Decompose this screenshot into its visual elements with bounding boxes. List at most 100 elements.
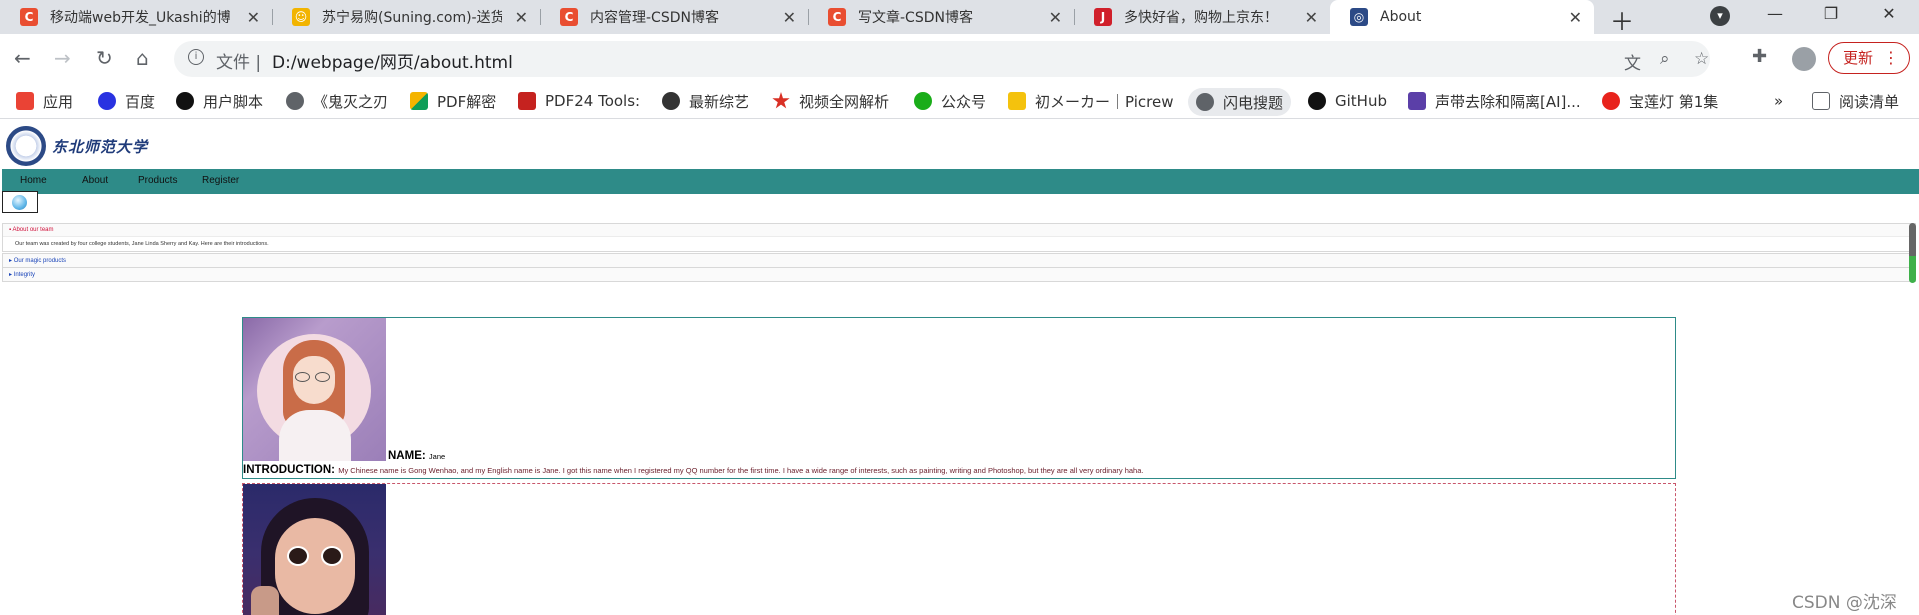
browser-tab-1[interactable]: C 移动端web开发_Ukashi的博 ✕ <box>0 0 272 34</box>
jd-favicon-icon: J <box>1094 8 1112 26</box>
bookmark-label: 闪电搜题 <box>1223 93 1284 112</box>
bookmarks-bar: 应用 百度 用户脚本 《鬼灭之刃 PDF解密 PDF24 Tools: 最新综艺… <box>0 84 1919 119</box>
close-tab-icon[interactable]: ✕ <box>1049 8 1062 27</box>
home-icon[interactable]: ⌂ <box>136 46 149 70</box>
globe-icon <box>286 92 304 110</box>
nav-products[interactable]: Products <box>138 175 177 186</box>
bookmark-kimetsu[interactable]: 《鬼灭之刃 <box>286 90 388 112</box>
update-button-label: 更新 <box>1843 49 1874 67</box>
bookmark-lotus-lantern[interactable]: 宝莲灯 第1集 <box>1602 90 1718 112</box>
member-card: NAME: Jane INTRODUCTION: My Chinese name… <box>242 317 1676 479</box>
accordion-body-team: Our team was created by four college stu… <box>3 236 1915 251</box>
close-tab-icon[interactable]: ✕ <box>515 8 528 27</box>
profile-avatar[interactable] <box>1792 47 1816 71</box>
bookmark-wechat[interactable]: 公众号 <box>914 90 986 112</box>
tab-title: 多快好省，购物上京东！ <box>1124 10 1278 26</box>
github-icon <box>1308 92 1326 110</box>
accordion-header-products[interactable]: ▸ Our magic products <box>3 254 1915 267</box>
bookmark-flash-search[interactable]: 闪电搜题 <box>1188 88 1292 116</box>
browser-toolbar: ← → ↻ ⌂ i 文件 | D:/webpage/网页/about.html … <box>0 34 1919 84</box>
tab-title: 内容管理-CSDN博客 <box>590 10 719 26</box>
restore-icon[interactable]: ❐ <box>1808 0 1854 28</box>
globe-icon <box>1196 93 1214 111</box>
bookmark-label: 声带去除和隔离[AI]... <box>1435 92 1581 111</box>
extensions-icon[interactable]: ✚ <box>1752 46 1767 67</box>
bookmark-label: 视频全网解析 <box>799 92 890 111</box>
bookmark-label: 最新综艺 <box>689 92 750 111</box>
close-tab-icon[interactable]: ✕ <box>1569 8 1582 27</box>
more-bookmarks-icon: » <box>1774 92 1784 110</box>
bookmark-userscripts[interactable]: 用户脚本 <box>176 90 263 112</box>
address-url[interactable]: D:/webpage/网页/about.html <box>272 48 513 73</box>
browser-tab-4[interactable]: C 写文章-CSDN博客 ✕ <box>808 0 1074 34</box>
accordion-title: Integrity <box>13 272 36 278</box>
nav-about[interactable]: About <box>82 175 108 186</box>
wechat-icon <box>914 92 932 110</box>
accordion-title: About our team <box>12 227 54 233</box>
bookmark-video-parse[interactable]: 视频全网解析 <box>772 90 889 112</box>
close-tab-icon[interactable]: ✕ <box>247 8 260 27</box>
nav-home[interactable]: Home <box>20 175 47 186</box>
member-photo <box>243 484 386 615</box>
bookmark-apps[interactable]: 应用 <box>16 90 73 112</box>
university-logo[interactable]: 东北师范大学 <box>6 126 148 166</box>
close-tab-icon[interactable]: ✕ <box>783 8 796 27</box>
bookmark-pdf-decrypt[interactable]: PDF解密 <box>410 90 496 112</box>
bookmark-label: 初メーカー｜Picrew <box>1035 92 1174 111</box>
more-bookmarks-button[interactable]: » <box>1774 90 1783 112</box>
bookmark-picrew[interactable]: 初メーカー｜Picrew <box>1008 90 1173 112</box>
window-close-icon[interactable]: ✕ <box>1866 0 1912 28</box>
reading-list-button[interactable]: 阅读清单 <box>1812 90 1899 112</box>
accordion-header-integrity[interactable]: ▸ Integrity <box>3 268 1915 281</box>
university-name: 东北师范大学 <box>52 137 149 156</box>
globe-ball-icon <box>12 195 27 210</box>
university-favicon-icon: ◎ <box>1350 8 1368 26</box>
address-bar[interactable]: i 文件 | D:/webpage/网页/about.html 文 ⌕ ☆ <box>174 41 1710 77</box>
bookmark-label: GitHub <box>1335 92 1387 110</box>
bookmark-star-icon[interactable]: ☆ <box>1694 49 1709 69</box>
browser-tab-active[interactable]: ◎ About ✕ <box>1330 0 1594 34</box>
accordion-header-team[interactable]: ▪ About our team <box>3 224 1915 236</box>
nav-register[interactable]: Register <box>202 175 239 186</box>
pdf24-icon <box>518 92 536 110</box>
site-nav: Home About Products Register <box>2 169 1919 194</box>
site-info-icon[interactable]: i <box>188 49 204 65</box>
csdn-watermark: CSDN @沈深 <box>1792 593 1897 613</box>
menu-kebab-icon: ⋮ <box>1883 48 1899 67</box>
picrew-icon <box>1008 92 1026 110</box>
minimize-icon[interactable]: — <box>1752 0 1798 28</box>
tab-title: 苏宁易购(Suning.com)-送货 <box>322 10 502 26</box>
reading-list-icon <box>1812 92 1830 110</box>
bookmark-label: 百度 <box>125 92 156 111</box>
forward-icon[interactable]: → <box>54 46 71 70</box>
tab-search-icon[interactable]: ▾ <box>1710 6 1730 26</box>
new-tab-icon[interactable]: ＋ <box>1610 2 1634 37</box>
bookmark-github[interactable]: GitHub <box>1308 90 1387 112</box>
member-name: NAME: Jane <box>388 450 446 462</box>
page-scrollbar[interactable] <box>1909 223 1916 283</box>
bookmark-variety[interactable]: 最新综艺 <box>662 90 749 112</box>
userscript-icon <box>176 92 194 110</box>
bookmark-label: 公众号 <box>941 92 987 111</box>
bookmark-pdf24[interactable]: PDF24 Tools: <box>518 90 640 112</box>
back-icon[interactable]: ← <box>14 46 31 70</box>
translate-icon[interactable]: 文 <box>1624 49 1641 74</box>
accordion-section-team: ▪ About our team Our team was created by… <box>2 223 1916 252</box>
reload-icon[interactable]: ↻ <box>96 46 113 70</box>
accordion-section-integrity: ▸ Integrity <box>2 267 1916 282</box>
close-tab-icon[interactable]: ✕ <box>1305 8 1318 27</box>
update-button[interactable]: 更新 ⋮ <box>1828 42 1910 74</box>
bookmark-label: 应用 <box>43 92 74 111</box>
browser-tab-5[interactable]: J 多快好省，购物上京东！ ✕ <box>1074 0 1330 34</box>
bookmark-baidu[interactable]: 百度 <box>98 90 155 112</box>
browser-tab-3[interactable]: C 内容管理-CSDN博客 ✕ <box>540 0 808 34</box>
browser-tab-2[interactable]: ☺ 苏宁易购(Suning.com)-送货 ✕ <box>272 0 540 34</box>
university-seal-icon <box>6 126 46 166</box>
bookmark-label: PDF解密 <box>437 92 497 111</box>
bookmark-vocal-remover[interactable]: 声带去除和隔离[AI]... <box>1408 90 1581 112</box>
bookmark-label: 用户脚本 <box>203 92 264 111</box>
accordion-section-products: ▸ Our magic products <box>2 253 1916 268</box>
v-logo-icon <box>1408 92 1426 110</box>
image-button[interactable] <box>2 191 38 213</box>
zoom-icon[interactable]: ⌕ <box>1660 49 1670 69</box>
